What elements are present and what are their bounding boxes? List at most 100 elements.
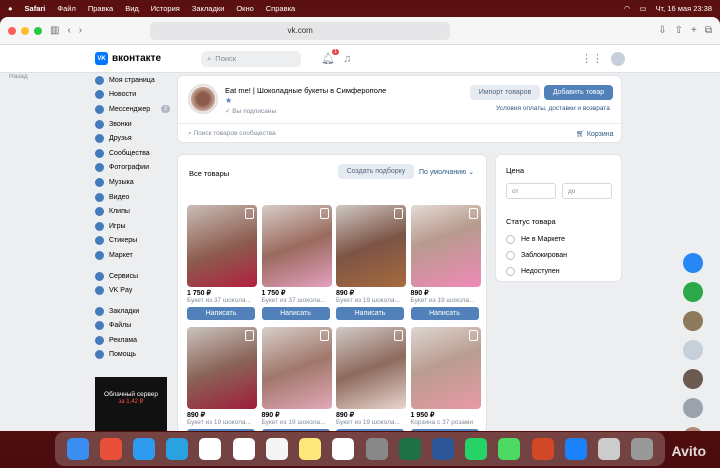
menu-view[interactable]: Вид [125, 4, 139, 13]
battery-icon[interactable]: ▭ [639, 4, 646, 13]
product-card[interactable]: 890 ₽Букет из 19 шокола... Написать [410, 205, 481, 320]
status-not-in-market[interactable]: Не в Маркете [506, 231, 567, 247]
price-from-input[interactable]: от [506, 183, 556, 199]
write-button[interactable]: Написать [336, 307, 404, 320]
write-button[interactable]: Написать [336, 429, 404, 431]
reminders-icon[interactable] [265, 438, 288, 460]
nav-item-9[interactable]: Клипы [95, 204, 170, 219]
product-name[interactable]: Букет из 37 шокола... [262, 297, 332, 304]
add-goods-button[interactable]: Добавить товар [544, 85, 613, 100]
product-card[interactable]: 1 750 ₽ Букет из 37 шокола... Написать [187, 205, 257, 320]
apple-icon[interactable]: ● [8, 4, 13, 13]
sidebar-icon[interactable]: ▥ [50, 25, 59, 36]
product-name[interactable]: Букет из 19 шокола... [336, 297, 406, 304]
preview-icon[interactable] [598, 438, 621, 460]
music-icon[interactable]: ♫ [343, 53, 351, 65]
photos-icon[interactable] [199, 438, 222, 460]
product-card[interactable]: 1 750 ₽ Букет из 37 шокола... Написать [261, 205, 332, 320]
nav-item-4[interactable]: Друзья [95, 131, 170, 146]
menu-history[interactable]: История [151, 4, 180, 13]
product-name[interactable]: Букет из 19 шокола... [187, 419, 257, 426]
menu-file[interactable]: Файл [57, 4, 75, 13]
menu-edit[interactable]: Правка [88, 4, 113, 13]
product-photo[interactable] [336, 327, 406, 409]
product-card[interactable]: 890 ₽Букет из 19 шокола... Написать [187, 327, 257, 431]
community-chat-icon[interactable] [683, 282, 703, 302]
friend-avatar[interactable] [683, 311, 703, 331]
calendar-icon[interactable] [232, 438, 255, 460]
ad-banner[interactable]: Облачный сервер за 1,42 ₽ [95, 377, 167, 431]
cart-button[interactable]: 🛒︎ Корзина [576, 130, 614, 138]
group-avatar[interactable] [188, 84, 218, 114]
back-link[interactable]: Назад [9, 73, 28, 80]
product-name[interactable]: Букет из 19 шокола... [336, 419, 406, 426]
bookmark-icon[interactable] [245, 330, 254, 341]
product-name[interactable]: Букет из 19 шокола... [411, 297, 481, 304]
sort-select[interactable]: По умолчанию ⌄ [419, 168, 474, 176]
group-name[interactable]: Eat me! | Шоколадные букеты в Симферопол… [225, 86, 386, 95]
close-icon[interactable] [8, 26, 16, 35]
nav-service-0[interactable]: Сервисы [95, 269, 170, 284]
nav-item-5[interactable]: Сообщества [95, 146, 170, 161]
app-name[interactable]: Safari [25, 4, 46, 13]
notes-icon[interactable] [299, 438, 322, 460]
nav-item-2[interactable]: Мессенджер 2 [95, 102, 170, 117]
menu-help[interactable]: Справка [266, 4, 295, 13]
product-name[interactable]: Корзина с 37 розами [411, 419, 481, 426]
bookmark-icon[interactable] [468, 330, 478, 341]
bookmark-icon[interactable] [245, 208, 254, 219]
apps-grid-icon[interactable]: ⋮⋮ [581, 52, 603, 65]
finder-icon[interactable] [66, 438, 89, 460]
new-tab-icon[interactable]: + [691, 25, 697, 36]
address-bar[interactable]: vk.com [150, 21, 451, 40]
subscribed-status[interactable]: ✓ Вы подписаны [225, 107, 276, 115]
create-collection-button[interactable]: Создать подборку [338, 164, 414, 179]
share-icon[interactable]: ⇧ [675, 25, 683, 36]
nav-item-11[interactable]: Стикеры [95, 234, 170, 249]
vk-chat-icon[interactable] [683, 253, 703, 273]
launchpad-icon[interactable] [99, 438, 122, 460]
safari-icon[interactable] [133, 438, 156, 460]
trash-icon[interactable] [631, 438, 654, 460]
nav-extra-0[interactable]: Закладки [95, 304, 170, 319]
product-name[interactable]: Букет из 37 шокола... [187, 297, 257, 304]
download-icon[interactable]: ⇩ [658, 25, 666, 36]
goods-search-input[interactable]: ⌕ Поиск товаров сообщества [188, 130, 276, 138]
nav-item-6[interactable]: Фотографии [95, 161, 170, 176]
price-to-input[interactable]: до [562, 183, 612, 199]
product-photo[interactable] [187, 327, 257, 409]
product-card[interactable]: 890 ₽Букет из 19 шокола... Написать [261, 327, 332, 431]
powerpoint-icon[interactable] [531, 438, 554, 460]
settings-icon[interactable] [365, 438, 388, 460]
status-unavailable[interactable]: Недоступен [506, 263, 567, 279]
minimize-icon[interactable] [21, 26, 29, 35]
product-card[interactable]: 890 ₽Букет из 19 шокола... Написать [336, 327, 406, 431]
bell-icon[interactable]: 🔔︎ 1 [321, 49, 340, 65]
write-button[interactable]: Написать [410, 307, 479, 320]
write-button[interactable]: Написать [187, 307, 255, 320]
vk-search-input[interactable]: ⌕ Поиск [201, 50, 302, 67]
nav-item-10[interactable]: Игры [95, 219, 170, 234]
friend-avatar[interactable] [683, 398, 703, 418]
friend-avatar[interactable] [683, 340, 703, 360]
nav-extra-3[interactable]: Помощь [95, 348, 170, 363]
import-goods-button[interactable]: Импорт товаров [470, 85, 540, 100]
bookmark-icon[interactable] [468, 208, 478, 219]
product-name[interactable]: Букет из 19 шокола... [262, 419, 332, 426]
bookmark-icon[interactable] [319, 330, 329, 341]
friend-avatar[interactable] [683, 427, 703, 431]
write-button[interactable]: Написать [410, 429, 479, 431]
product-photo[interactable] [410, 327, 481, 409]
freeform-icon[interactable] [332, 438, 355, 460]
nav-item-8[interactable]: Видео [95, 190, 170, 205]
product-card[interactable]: 1 950 ₽Корзина с 37 розами Написать [410, 327, 481, 431]
avatar[interactable] [611, 51, 625, 66]
write-button[interactable]: Написать [261, 307, 330, 320]
zoom-icon[interactable] [34, 26, 42, 35]
friend-avatar[interactable] [683, 369, 703, 389]
whatsapp-icon[interactable] [465, 438, 488, 460]
keynote-icon[interactable] [564, 438, 587, 460]
nav-extra-2[interactable]: Реклама [95, 333, 170, 348]
menu-bookmarks[interactable]: Закладки [192, 4, 224, 13]
vk-logo[interactable]: VK вконтакте [95, 52, 161, 65]
